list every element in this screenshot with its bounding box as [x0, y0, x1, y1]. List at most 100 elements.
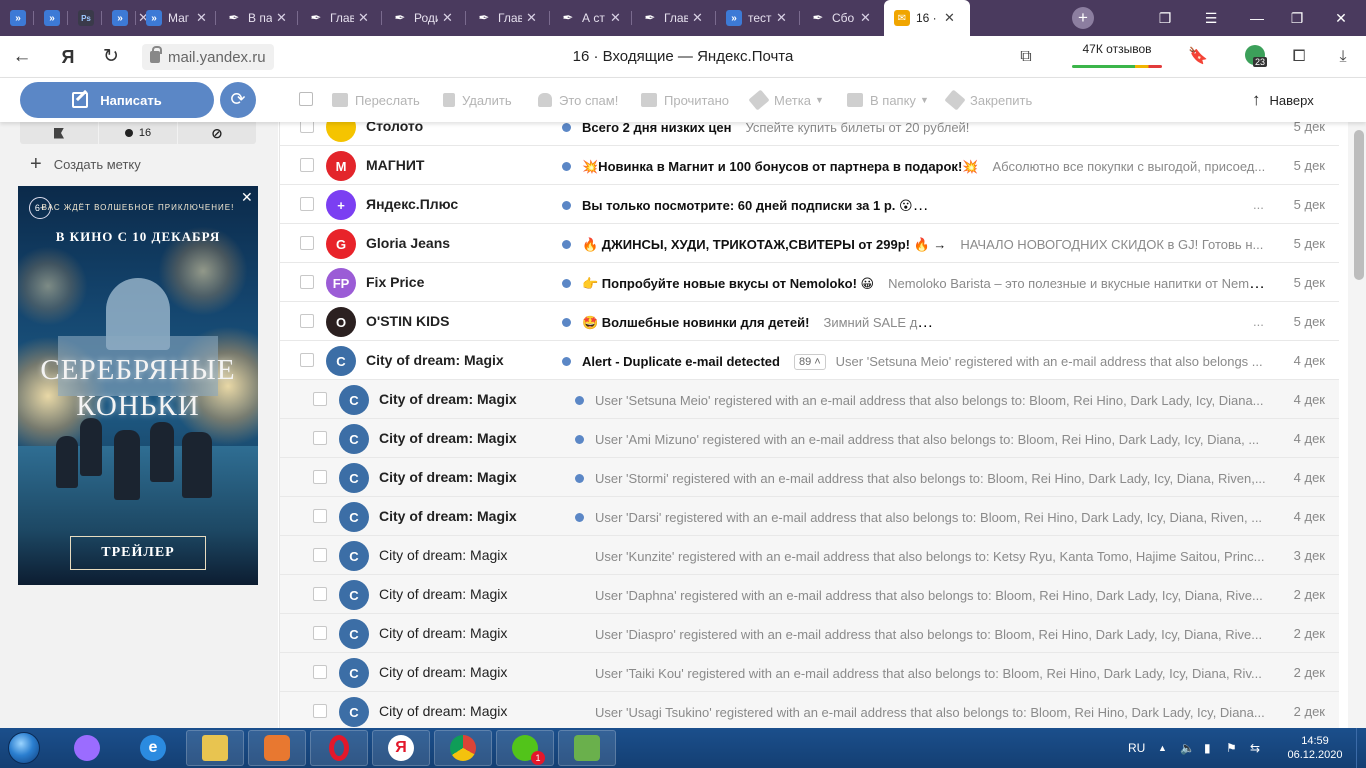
- close-tab-icon[interactable]: ✕: [610, 10, 621, 26]
- message-checkbox[interactable]: [300, 158, 314, 172]
- back-button[interactable]: ←: [10, 45, 34, 69]
- scrollbar-thumb[interactable]: [1354, 130, 1364, 280]
- close-tab-icon[interactable]: ✕: [358, 10, 369, 26]
- select-all-checkbox[interactable]: [299, 92, 313, 106]
- extension-icon[interactable]: 23: [1245, 45, 1269, 69]
- unread-dot-icon[interactable]: [562, 318, 571, 327]
- browser-tab[interactable]: ✒ Роди ✕: [382, 0, 466, 36]
- url-field[interactable]: mail.yandex.ru: [142, 44, 274, 70]
- movie-ad-banner[interactable]: 6+ ✕ ВАС ЖДЁТ ВОЛШЕБНОЕ ПРИКЛЮЧЕНИЕ! В К…: [18, 186, 258, 585]
- thread-message-row[interactable]: C City of dream: Magix User 'Ami Mizuno' r…: [280, 419, 1339, 458]
- refresh-button[interactable]: ⟳: [220, 82, 256, 118]
- close-window-button[interactable]: ✕: [1318, 0, 1364, 36]
- browser-tab[interactable]: »: [0, 0, 34, 36]
- start-button[interactable]: [4, 730, 44, 766]
- filter-flagged[interactable]: [20, 122, 99, 144]
- unread-dot-icon[interactable]: [575, 474, 584, 483]
- unread-dot-icon[interactable]: [562, 279, 571, 288]
- label-button[interactable]: Метка ▼: [748, 89, 824, 111]
- message-checkbox[interactable]: [300, 314, 314, 328]
- close-tab-icon[interactable]: ✕: [860, 10, 871, 26]
- restore-button[interactable]: ❐: [1274, 0, 1320, 36]
- thread-message-row[interactable]: C City of dream: Magix User 'Stormi' regis…: [280, 458, 1339, 497]
- vertical-scrollbar[interactable]: [1348, 122, 1366, 728]
- spam-button[interactable]: Это спам!: [538, 91, 618, 109]
- clock[interactable]: 14:59 06.12.2020: [1280, 734, 1350, 762]
- close-tab-icon[interactable]: ✕: [442, 10, 453, 26]
- close-tab-icon[interactable]: ✕: [692, 10, 703, 26]
- unread-dot-icon[interactable]: [562, 201, 571, 210]
- thread-message-row[interactable]: C City of dream: Magix User 'Setsuna Meio'…: [280, 380, 1339, 419]
- thread-message-row[interactable]: C City of dream: Magix User 'Diaspro' regi…: [280, 614, 1339, 653]
- message-checkbox[interactable]: [313, 548, 327, 562]
- collections-icon[interactable]: ⧠: [1287, 45, 1311, 69]
- unread-dot-icon[interactable]: [562, 357, 571, 366]
- message-checkbox[interactable]: [313, 431, 327, 445]
- unread-dot-icon[interactable]: [575, 513, 584, 522]
- new-tab-button[interactable]: +: [1072, 7, 1094, 29]
- message-row[interactable]: C City of dream: Magix Alert - Duplicate e…: [280, 341, 1339, 380]
- message-checkbox[interactable]: [313, 509, 327, 523]
- unread-dot-icon[interactable]: [575, 435, 584, 444]
- message-checkbox[interactable]: [313, 704, 327, 718]
- close-tab-icon[interactable]: ✕: [776, 10, 787, 26]
- browser-tab[interactable]: ✒ Сбо ✕: [800, 0, 884, 36]
- show-desktop-button[interactable]: [1356, 728, 1366, 768]
- media-player-taskbar-button[interactable]: [248, 730, 306, 766]
- filter-unread[interactable]: 16: [99, 122, 178, 144]
- forward-button[interactable]: Переслать: [332, 91, 420, 109]
- download-icon[interactable]: ⤓: [1331, 45, 1355, 69]
- message-row[interactable]: M МАГНИТ 💥Новинка в Магнит и 100 бонусов о…: [280, 146, 1339, 185]
- message-checkbox[interactable]: [313, 587, 327, 601]
- browser-tab[interactable]: » Маг ✕: [136, 0, 216, 36]
- message-checkbox[interactable]: [300, 353, 314, 367]
- unread-dot-icon[interactable]: [562, 240, 571, 249]
- message-checkbox[interactable]: [313, 470, 327, 484]
- browser-tab[interactable]: » тест ✕: [716, 0, 800, 36]
- bluestacks-taskbar-button[interactable]: [558, 730, 616, 766]
- browser-tab[interactable]: ✒ Глав ✕: [466, 0, 550, 36]
- translate-icon[interactable]: ⧉: [1014, 45, 1038, 69]
- reload-button[interactable]: ↻: [99, 45, 123, 69]
- volume-icon[interactable]: 🔈: [1180, 728, 1195, 768]
- internet-explorer-taskbar-button[interactable]: e: [124, 730, 182, 766]
- close-tab-icon[interactable]: ✕: [944, 10, 955, 26]
- alice-taskbar-button[interactable]: [58, 730, 116, 766]
- language-indicator[interactable]: RU: [1128, 728, 1145, 768]
- mark-read-button[interactable]: Прочитано: [641, 91, 729, 109]
- browser-tab[interactable]: »Глав✕: [102, 0, 149, 36]
- browser-tab[interactable]: ✒ Глав ✕: [298, 0, 382, 36]
- create-label-button[interactable]: + Создать метку: [30, 154, 141, 174]
- filter-attachments[interactable]: ⊘: [178, 122, 256, 144]
- browser-tab[interactable]: ✒ А ст ✕: [550, 0, 632, 36]
- browser-tab[interactable]: ✉ 16 · ✕: [884, 0, 970, 36]
- opera-taskbar-button[interactable]: [310, 730, 368, 766]
- browser-tab[interactable]: ✒ В па ✕: [216, 0, 298, 36]
- scroll-top-button[interactable]: ↑ Наверх: [1252, 90, 1314, 110]
- thread-message-row[interactable]: C City of dream: Magix User 'Usagi Tsukino…: [280, 692, 1339, 728]
- message-row[interactable]: + Яндекс.Плюс Вы только посмотрите: 60 дне…: [280, 185, 1339, 224]
- yandex-browser-taskbar-button[interactable]: Я: [372, 730, 430, 766]
- browser-tab[interactable]: ✒ Глав ✕: [632, 0, 716, 36]
- chrome-taskbar-button[interactable]: [434, 730, 492, 766]
- move-to-folder-button[interactable]: В папку ▼: [847, 91, 929, 109]
- unread-dot-icon[interactable]: [575, 396, 584, 405]
- yandex-logo-icon[interactable]: Я: [56, 45, 80, 69]
- close-tab-icon[interactable]: ✕: [276, 10, 287, 26]
- thread-message-row[interactable]: C City of dream: Magix User 'Kunzite' regi…: [280, 536, 1339, 575]
- bookmark-icon[interactable]: 🔖: [1186, 45, 1210, 69]
- message-checkbox[interactable]: [313, 392, 327, 406]
- message-row[interactable]: Столото Всего 2 дня низких цен Успейте куп…: [280, 122, 1339, 146]
- thread-message-row[interactable]: C City of dream: Magix User 'Taiki Kou' re…: [280, 653, 1339, 692]
- message-checkbox[interactable]: [300, 275, 314, 289]
- close-tab-icon[interactable]: ✕: [196, 10, 207, 26]
- pin-button[interactable]: Закрепить: [944, 89, 1032, 111]
- tab-manager-icon[interactable]: ❐: [1142, 0, 1188, 36]
- message-row[interactable]: FP Fix Price 👉 Попробуйте новые вкусы от N…: [280, 263, 1339, 302]
- reviews-widget[interactable]: 47К отзывов: [1070, 42, 1164, 70]
- thread-count-toggle[interactable]: 89 ˄: [793, 354, 826, 370]
- tray-expand-icon[interactable]: ▲: [1158, 728, 1167, 768]
- thread-message-row[interactable]: C City of dream: Magix User 'Daphna' regis…: [280, 575, 1339, 614]
- sync-icon[interactable]: ⇆: [1250, 728, 1260, 768]
- browser-tab[interactable]: »: [34, 0, 68, 36]
